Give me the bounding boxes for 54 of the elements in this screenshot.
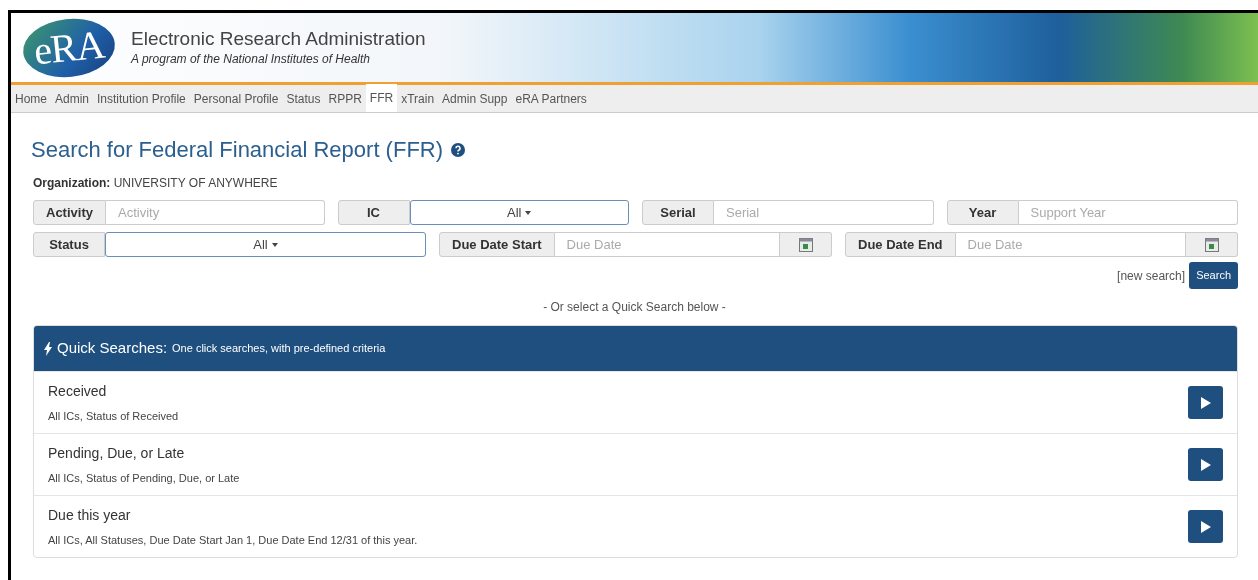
page-title: Search for Federal Financial Report (FFR) <box>31 136 444 164</box>
date-field[interactable]: Due Date <box>955 232 1186 257</box>
quick-search-description: All ICs, Status of Received <box>48 408 179 424</box>
app-subtitle: A program of the National Institutes of Health <box>131 51 371 69</box>
play-button[interactable] <box>1188 510 1223 543</box>
nav-tab[interactable]: Home <box>11 85 51 112</box>
nav-tab[interactable]: Admin Supp <box>438 85 512 112</box>
new-search-link[interactable]: [new search] <box>1117 266 1186 285</box>
quick-search-name: Received <box>48 381 108 401</box>
nav-tab[interactable]: eRA Partners <box>511 85 591 112</box>
dropdown[interactable]: All <box>409 200 629 225</box>
text-field[interactable]: Support Year <box>1018 200 1238 225</box>
filter-label: Activity <box>33 200 106 225</box>
nav-tab[interactable]: Admin <box>51 85 94 112</box>
filter-label: Due Date Start <box>439 232 555 257</box>
calendar-button[interactable] <box>1186 232 1238 257</box>
help-icon[interactable] <box>451 142 466 157</box>
nav-tab[interactable]: FFR <box>365 84 398 112</box>
nav-tab[interactable]: xTrain <box>397 85 439 112</box>
quick-search-item[interactable]: Due this year All ICs, All Statuses, Due Date Start Jan 1, Due Date End 12/31 of this year. <box>34 495 1237 557</box>
app-title: Electronic Research Administration <box>131 26 426 51</box>
divider-text: - Or select a Quick Search below - <box>542 299 727 316</box>
quick-search-name: Due this year <box>48 505 132 525</box>
text-field[interactable]: Serial <box>714 200 934 225</box>
quick-search-description: All ICs, All Statuses, Due Date Start Jan 1, Due Date End 12/31 of this year. <box>48 532 418 548</box>
play-icon <box>1200 520 1211 533</box>
calendar-icon <box>1204 237 1219 252</box>
dropdown[interactable]: All <box>105 232 426 257</box>
quick-search-description: All ICs, Status of Pending, Due, or Late <box>48 470 240 486</box>
filter-label: Year <box>946 200 1019 225</box>
text-field[interactable]: Activity <box>105 200 325 225</box>
quick-search-item[interactable]: Pending, Due, or Late All ICs, Status of Pending, Due, or Late <box>34 433 1237 495</box>
nav-tab[interactable]: Personal Profile <box>189 85 283 112</box>
quick-searches-subtitle: One click searches, with pre-defined criteria <box>172 341 386 357</box>
lightning-icon <box>44 341 52 356</box>
date-field[interactable]: Due Date <box>554 232 780 257</box>
filter-label: Serial <box>642 200 714 225</box>
nav-tab[interactable]: Institution Profile <box>93 85 190 112</box>
filter-label: Status <box>33 232 105 257</box>
calendar-button[interactable] <box>780 232 832 257</box>
filter-label: IC <box>337 200 410 225</box>
quick-search-item[interactable]: Received All ICs, Status of Received <box>34 371 1237 433</box>
nav-tab[interactable]: RPPR <box>324 85 366 112</box>
play-button[interactable] <box>1188 386 1223 419</box>
search-button[interactable]: Search <box>1189 262 1238 289</box>
organization-text: Organization: UNIVERSITY OF ANYWHERE <box>33 175 279 192</box>
quick-searches-title: Quick Searches: <box>57 338 168 359</box>
play-icon <box>1200 396 1211 409</box>
play-button[interactable] <box>1188 448 1223 481</box>
filter-label: Due Date End <box>845 232 956 257</box>
nav-tab[interactable]: Status <box>282 85 325 112</box>
play-icon <box>1200 458 1211 471</box>
quick-search-name: Pending, Due, or Late <box>48 443 186 463</box>
calendar-icon <box>798 237 813 252</box>
